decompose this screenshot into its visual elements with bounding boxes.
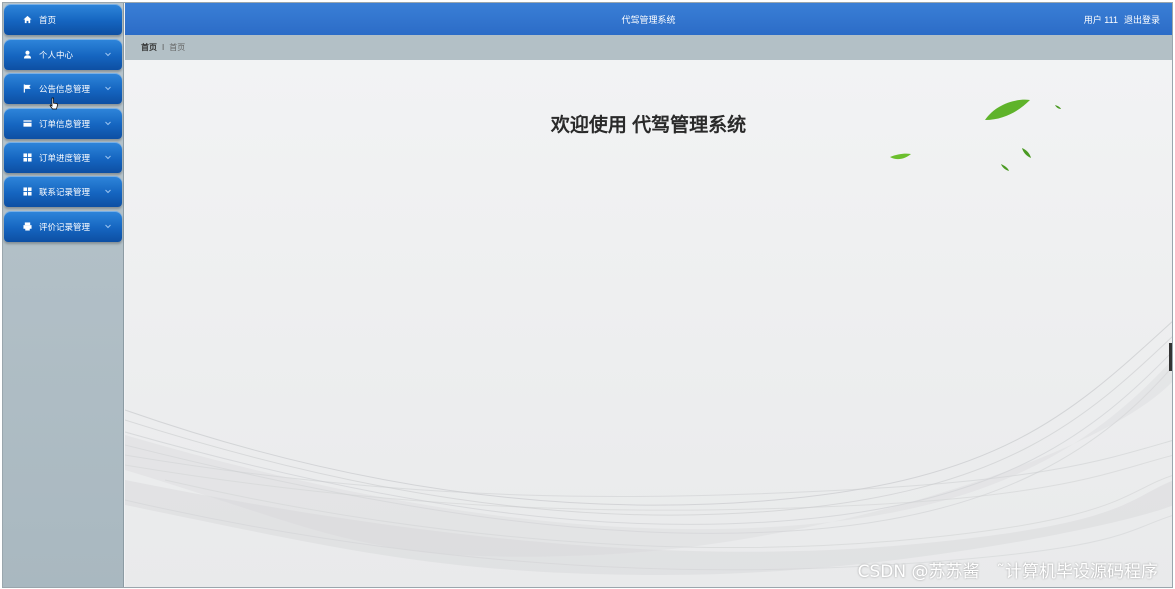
sidebar-item-label: 订单信息管理 [39, 118, 91, 129]
grid-icon [22, 153, 32, 163]
sidebar-item-orders[interactable]: 订单信息管理 [4, 108, 122, 139]
sidebar-item-review-records[interactable]: 评价记录管理 [4, 211, 122, 242]
grid-icon [22, 187, 32, 197]
current-user-label: 用户 111 [1083, 15, 1118, 25]
app-title: 代驾管理系统 [621, 15, 676, 25]
chevron-down-icon [104, 153, 112, 161]
background-waves [125, 60, 1172, 587]
user-icon [22, 50, 32, 60]
app-window: 首页 个人中心 公告信息管理 订单信息管理 订单进度管理 联系记录管理 评价记录… [2, 2, 1173, 588]
sidebar-item-label: 首页 [39, 14, 57, 25]
sidebar-item-personal-center[interactable]: 个人中心 [4, 39, 122, 70]
breadcrumb-current: 首页 [169, 43, 186, 52]
sidebar-item-home[interactable]: 首页 [4, 4, 122, 35]
card-icon [22, 119, 32, 129]
watermark-text: CSDN @苏苏酱 ˜计算机毕设源码程序 [857, 562, 1158, 582]
chevron-down-icon [104, 50, 112, 58]
breadcrumb: 首页 I 首页 [125, 35, 1172, 60]
sidebar-item-contact-records[interactable]: 联系记录管理 [4, 176, 122, 207]
welcome-heading: 欢迎使用 代驾管理系统 [550, 115, 747, 136]
sidebar-item-label: 订单进度管理 [39, 152, 91, 163]
breadcrumb-separator: I [162, 43, 165, 52]
flag-icon [22, 84, 32, 94]
scrollbar-handle[interactable] [1169, 343, 1172, 371]
sidebar: 首页 个人中心 公告信息管理 订单信息管理 订单进度管理 联系记录管理 评价记录… [3, 3, 124, 587]
sidebar-item-announcements[interactable]: 公告信息管理 [4, 73, 122, 104]
breadcrumb-home-link[interactable]: 首页 [141, 42, 157, 53]
chevron-down-icon [104, 119, 112, 127]
mouse-cursor-icon [49, 97, 58, 110]
chevron-down-icon [104, 222, 112, 230]
main-content: 欢迎使用 代驾管理系统 CSDN @苏苏酱 ˜计算机毕设源码程序 [125, 60, 1172, 587]
header-user-area: 用户 111 退出登录 [1084, 13, 1160, 26]
printer-icon [22, 222, 32, 232]
chevron-down-icon [104, 84, 112, 92]
sidebar-item-label: 联系记录管理 [39, 186, 91, 197]
sidebar-item-order-progress[interactable]: 订单进度管理 [4, 142, 122, 173]
top-header: 代驾管理系统 用户 111 退出登录 [125, 3, 1172, 35]
sidebar-item-label: 公告信息管理 [39, 83, 91, 94]
sidebar-item-label: 评价记录管理 [39, 221, 91, 232]
home-icon [22, 15, 32, 25]
sidebar-item-label: 个人中心 [39, 49, 74, 60]
logout-link[interactable]: 退出登录 [1124, 13, 1160, 26]
chevron-down-icon [104, 187, 112, 195]
